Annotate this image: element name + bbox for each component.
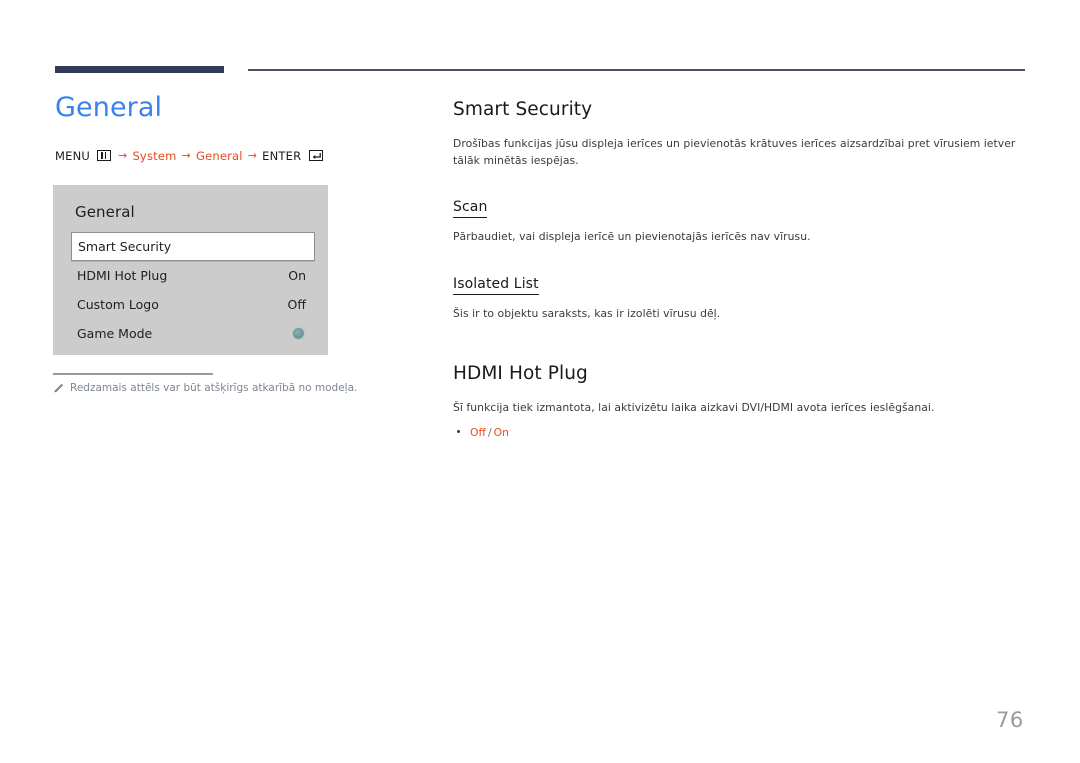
osd-row-value: Off [287,297,306,312]
osd-row-value: On [288,268,306,283]
left-column: General MENU → System → General → ENTER [55,93,415,163]
subsection-heading-isolated-list: Isolated List [453,276,539,296]
section-heading-smart-security: Smart Security [453,99,593,120]
section-body-smart-security: Drošības funkcijas jūsu displeja ierīces… [453,137,1016,167]
option-list-hdmi-hot-plug: Off / On [453,426,1025,439]
option-off[interactable]: Off [470,426,486,439]
game-mode-toggle-icon[interactable] [292,327,305,340]
enter-return-icon [309,150,324,162]
subsection-body-isolated-list: Šis ir to objektu saraksts, kas ir izolē… [453,307,721,321]
header-divider-line [248,69,1025,71]
osd-row-hdmi-hot-plug[interactable]: HDMI Hot Plug On [75,261,310,290]
option-on[interactable]: On [494,426,509,439]
breadcrumb-step-general[interactable]: General [196,149,243,163]
breadcrumb-step-system[interactable]: System [132,149,176,163]
header-accent-bar [55,66,224,73]
option-separator: / [487,425,492,439]
pencil-icon [53,383,64,400]
subsection-heading-scan: Scan [453,199,488,219]
osd-row-label: Smart Security [78,239,172,254]
page-title: General [55,92,163,123]
breadcrumb-arrow-3: → [247,149,258,163]
bullet-icon [457,429,460,433]
breadcrumb-enter-label: ENTER [262,148,302,163]
footnote-text: Redzamais attēls var būt atšķirīgs atkar… [70,382,358,394]
osd-row-label: Custom Logo [77,297,159,312]
osd-panel-title: General [75,203,135,221]
breadcrumb: MENU → System → General → ENTER [55,149,415,163]
osd-row-label: Game Mode [77,326,153,341]
osd-menu-panel: General Smart Security HDMI Hot Plug On … [53,185,328,355]
osd-row-custom-logo[interactable]: Custom Logo Off [75,290,310,319]
osd-row-smart-security[interactable]: Smart Security [71,232,315,261]
breadcrumb-menu-label: MENU [55,148,91,163]
menu-grid-icon [97,150,112,162]
osd-row-game-mode[interactable]: Game Mode [75,319,310,348]
section-heading-hdmi-hot-plug: HDMI Hot Plug [453,362,588,384]
breadcrumb-arrow-2: → [181,149,191,163]
subsection-body-scan: Pārbaudiet, vai displeja ierīcē un pievi… [453,230,811,244]
footnote-divider [53,373,213,375]
breadcrumb-arrow-1: → [118,149,128,163]
right-column: Smart Security Drošības funkcijas jūsu d… [453,99,1025,439]
osd-row-label: HDMI Hot Plug [77,268,168,283]
footnote: Redzamais attēls var būt atšķirīgs atkar… [53,381,383,400]
section-body-hdmi-hot-plug: Šī funkcija tiek izmantota, lai aktivizē… [453,400,935,414]
page-number: 76 [996,708,1024,732]
